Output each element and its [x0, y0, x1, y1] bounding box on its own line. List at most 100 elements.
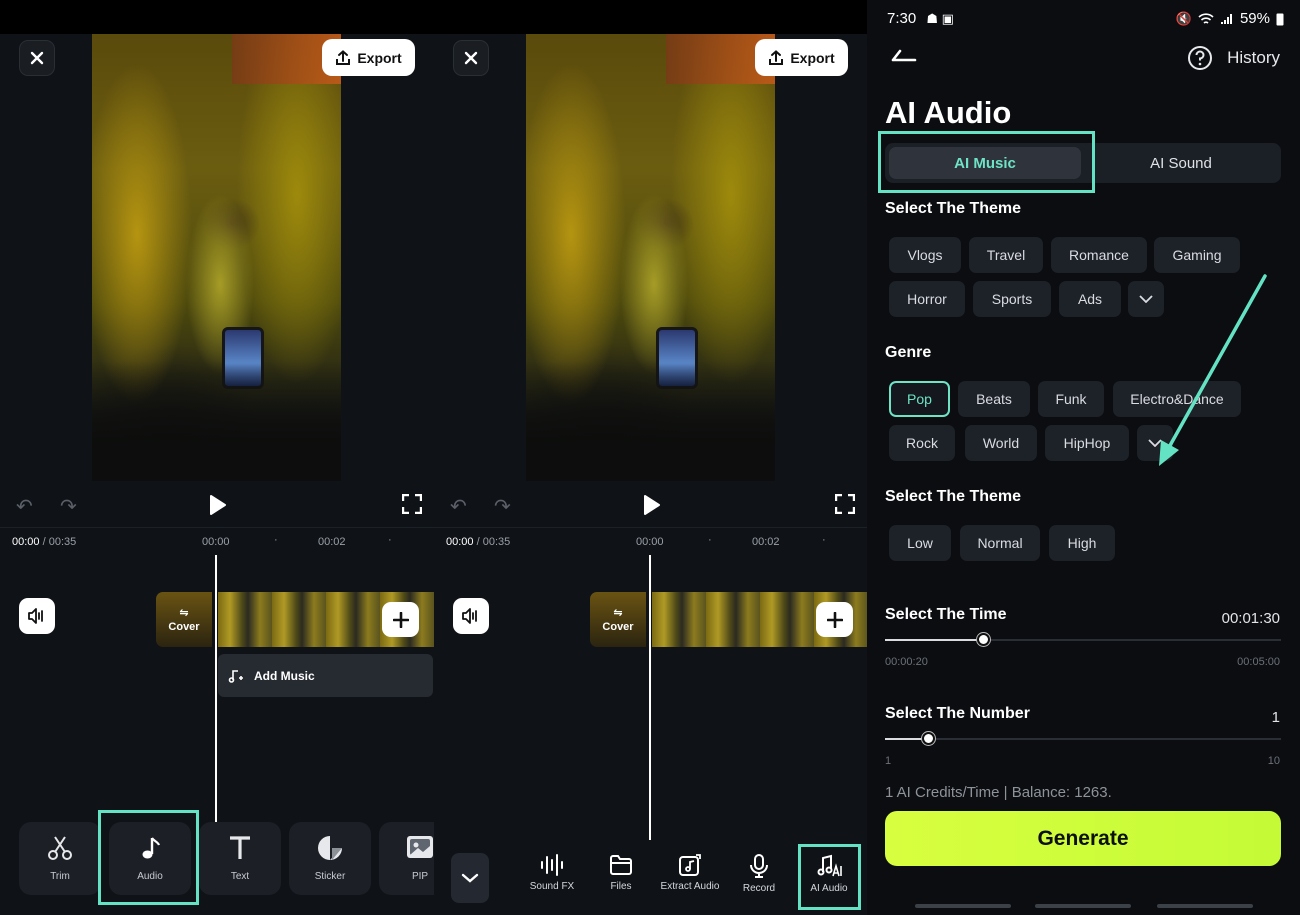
history-button[interactable]: History [1187, 45, 1280, 71]
speaker-icon [28, 608, 43, 624]
theme-chip[interactable]: Romance [1051, 237, 1147, 273]
editor-panel-audio-tools: Export ↶ ↷ 00:00 / 00:35 00:00 · 00:02 ·… [434, 0, 867, 915]
theme-chip[interactable]: Vlogs [889, 237, 961, 273]
history-label: History [1227, 48, 1280, 67]
battery-percent: 59% [1239, 10, 1270, 27]
trim-tool[interactable]: Trim [19, 822, 101, 895]
ruler-dot: · [822, 534, 826, 546]
add-clip-button[interactable] [816, 602, 853, 637]
number-slider-track[interactable] [885, 738, 1281, 740]
total-time: / 00:35 [42, 536, 77, 548]
play-icon[interactable] [208, 494, 228, 516]
sound-fx-tool[interactable]: Sound FX [522, 854, 582, 892]
level-heading: Select The Theme [885, 488, 1022, 505]
undo-icon[interactable]: ↶ [16, 494, 33, 519]
playhead[interactable] [649, 555, 651, 840]
mute-clip-button[interactable] [453, 598, 489, 634]
tool-label: Extract Audio [660, 881, 720, 892]
close-button[interactable] [19, 40, 55, 76]
time-heading: Select The Time [885, 606, 1007, 623]
pip-tool[interactable]: PIP [379, 822, 434, 895]
level-chip[interactable]: Normal [960, 525, 1040, 561]
tab-ai-sound[interactable]: AI Sound [1085, 147, 1277, 179]
record-tool[interactable]: Record [729, 854, 789, 894]
plus-icon [392, 611, 409, 628]
genre-chip-selected[interactable]: Pop [889, 381, 950, 417]
mute-clip-button[interactable] [19, 598, 55, 634]
sticker-icon [318, 836, 342, 860]
genre-chip[interactable]: Funk [1038, 381, 1104, 417]
wifi-icon [1198, 12, 1214, 24]
ruler-dot: · [708, 534, 712, 546]
level-chip[interactable]: High [1049, 525, 1115, 561]
add-music-label: Add Music [254, 668, 315, 683]
genre-heading: Genre [885, 344, 932, 361]
genre-chip[interactable]: Beats [958, 381, 1030, 417]
ruler-dot: · [274, 534, 278, 546]
tool-label: Sticker [314, 871, 346, 882]
theme-chip[interactable]: Travel [969, 237, 1043, 273]
genre-chip[interactable]: World [965, 425, 1037, 461]
fullscreen-icon[interactable] [402, 494, 422, 514]
close-button[interactable] [453, 40, 489, 76]
timeline-ruler: 00:00 / 00:35 00:00 · 00:02 · [12, 534, 432, 550]
signal-icon [1220, 13, 1232, 24]
plus-icon [826, 611, 843, 628]
collapse-toolbar-button[interactable] [451, 853, 489, 903]
time-slider-knob[interactable] [977, 633, 990, 646]
pip-icon [407, 836, 433, 858]
number-slider-knob[interactable] [921, 732, 935, 745]
theme-heading: Select The Theme [885, 200, 1022, 217]
cover-thumbnail[interactable]: ⇋ Cover [590, 592, 646, 647]
extract-audio-tool[interactable]: Extract Audio [660, 854, 720, 892]
number-value: 1 [1271, 709, 1280, 726]
time-min-label: 00:00:20 [885, 656, 928, 668]
fullscreen-icon[interactable] [835, 494, 855, 514]
theme-chip[interactable]: Sports [973, 281, 1051, 317]
ai-audio-screen: 7:30 ☗ ▣ 🔇 59% History AI Audio AI Music… [867, 0, 1300, 915]
page-title: AI Audio [885, 95, 1012, 130]
ai-audio-highlight [798, 844, 861, 910]
export-button[interactable]: Export [322, 39, 415, 76]
undo-icon[interactable]: ↶ [450, 494, 467, 519]
level-chip[interactable]: Low [889, 525, 951, 561]
close-icon [30, 51, 44, 65]
status-time: 7:30 [887, 10, 917, 27]
redo-icon[interactable]: ↷ [60, 494, 77, 519]
back-arrow-icon[interactable] [891, 48, 917, 64]
mute-icon: 🔇 [1175, 10, 1192, 26]
close-icon [464, 51, 478, 65]
cover-thumbnail[interactable]: ⇋ Cover [156, 592, 212, 647]
text-tool[interactable]: Text [199, 822, 281, 895]
ruler-tick: 00:02 [318, 536, 346, 548]
add-music-track[interactable]: Add Music [218, 654, 433, 697]
theme-chip[interactable]: Horror [889, 281, 965, 317]
battery-icon [1276, 13, 1284, 25]
genre-chip[interactable]: Rock [889, 425, 955, 461]
editor-panel-audio: Export ↶ ↷ 00:00 / 00:35 00:00 · 00:02 ·… [0, 0, 434, 915]
export-button[interactable]: Export [755, 39, 848, 76]
time-max-label: 00:05:00 [1237, 656, 1280, 668]
add-clip-button[interactable] [382, 602, 419, 637]
number-min-label: 1 [885, 755, 892, 767]
ruler-tick: 00:02 [752, 536, 780, 548]
theme-chip[interactable]: Ads [1059, 281, 1121, 317]
annotation-arrow-icon [1159, 274, 1267, 466]
timeline-ruler: 00:00 / 00:35 00:00 · 00:02 · [446, 534, 866, 550]
redo-icon[interactable]: ↷ [494, 494, 511, 519]
time-value: 00:01:30 [1221, 610, 1280, 627]
generate-button[interactable]: Generate [885, 811, 1281, 866]
scissors-icon [48, 836, 72, 860]
play-icon[interactable] [642, 494, 662, 516]
playhead[interactable] [215, 555, 217, 825]
export-label: Export [790, 49, 835, 66]
sticker-tool[interactable]: Sticker [289, 822, 371, 895]
playback-controls: ↶ ↷ [0, 486, 434, 524]
genre-chip[interactable]: HipHop [1045, 425, 1129, 461]
extract-audio-icon [679, 854, 701, 876]
export-label: Export [357, 49, 402, 66]
status-bar: 7:30 ☗ ▣ 🔇 59% [887, 10, 1284, 30]
playback-controls: ↶ ↷ [434, 486, 867, 524]
waveform-icon [541, 854, 563, 876]
files-tool[interactable]: Files [591, 854, 651, 892]
